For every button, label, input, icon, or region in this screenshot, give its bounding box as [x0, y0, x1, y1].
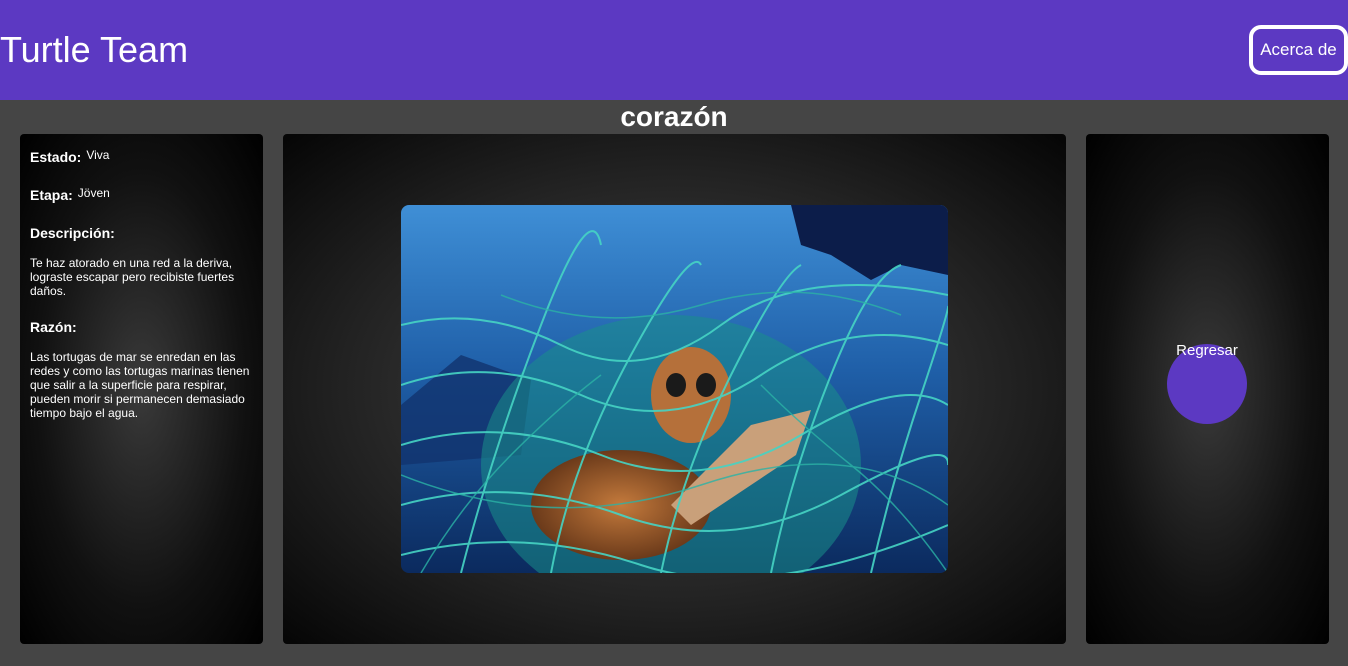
estado-row: Estado: Viva	[30, 148, 253, 166]
razon-text: Las tortugas de mar se enredan en las re…	[30, 350, 250, 420]
etapa-label: Etapa:	[30, 187, 73, 203]
actions-panel: Regresar	[1086, 134, 1329, 644]
descripcion-label: Descripción:	[30, 225, 115, 241]
etapa-row: Etapa: Jöven	[30, 186, 253, 204]
top-bar: Turtle Team Acerca de	[0, 0, 1348, 100]
turtle-net-image	[401, 205, 948, 573]
info-panel: Estado: Viva Etapa: Jöven Descripción: T…	[20, 134, 263, 644]
estado-value: Viva	[86, 148, 110, 162]
etapa-value: Jöven	[77, 186, 110, 200]
page-title: corazón	[620, 101, 728, 132]
image-panel	[283, 134, 1066, 644]
estado-label: Estado:	[30, 149, 82, 165]
brand-title: Turtle Team	[0, 29, 189, 70]
back-control[interactable]: Regresar	[1167, 342, 1247, 424]
descripcion-section: Descripción: Te haz atorado en una red a…	[30, 224, 253, 298]
turtle-net-illustration	[401, 205, 948, 573]
back-button-label[interactable]: Regresar	[1147, 342, 1267, 360]
razon-section: Razón: Las tortugas de mar se enredan en…	[30, 318, 253, 420]
razon-label: Razón:	[30, 319, 77, 335]
descripcion-text: Te haz atorado en una red a la deriva, l…	[30, 256, 235, 298]
about-button[interactable]: Acerca de	[1249, 25, 1348, 75]
